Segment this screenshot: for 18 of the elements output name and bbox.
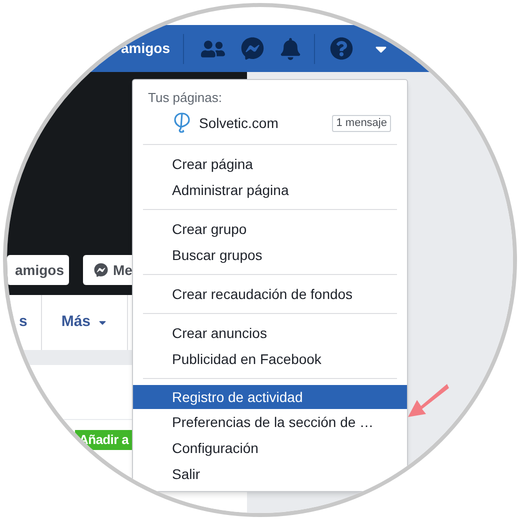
menu-item[interactable]: Buscar grupos [172, 242, 262, 268]
friends-link[interactable]: amigos [121, 38, 170, 59]
profile-tab[interactable]: Más [61, 311, 108, 334]
menu-header: Tus páginas: [147, 89, 223, 107]
menu-item[interactable]: Crear página [172, 151, 253, 177]
menu-item[interactable]: Salir [172, 461, 200, 487]
menu-item[interactable]: Administrar página [172, 177, 289, 203]
menu-item[interactable]: Preferencias de la sección de … [172, 409, 374, 435]
menu-item[interactable]: Crear recaudación de fondos [172, 281, 353, 307]
page-name[interactable]: Solvetic.com [199, 112, 278, 134]
profile-tab[interactable]: s [19, 311, 28, 334]
menu-item[interactable]: Configuración [172, 435, 258, 461]
menu-item[interactable]: Publicidad en Facebook [172, 346, 322, 372]
friends-button[interactable]: amigos [7, 255, 69, 285]
menu-item[interactable]: Crear anuncios [172, 320, 267, 346]
message-count: 1 mensaje [332, 114, 391, 132]
menu-item[interactable]: Crear grupo [172, 216, 247, 242]
menu-item[interactable]: Registro de actividad [133, 385, 407, 409]
